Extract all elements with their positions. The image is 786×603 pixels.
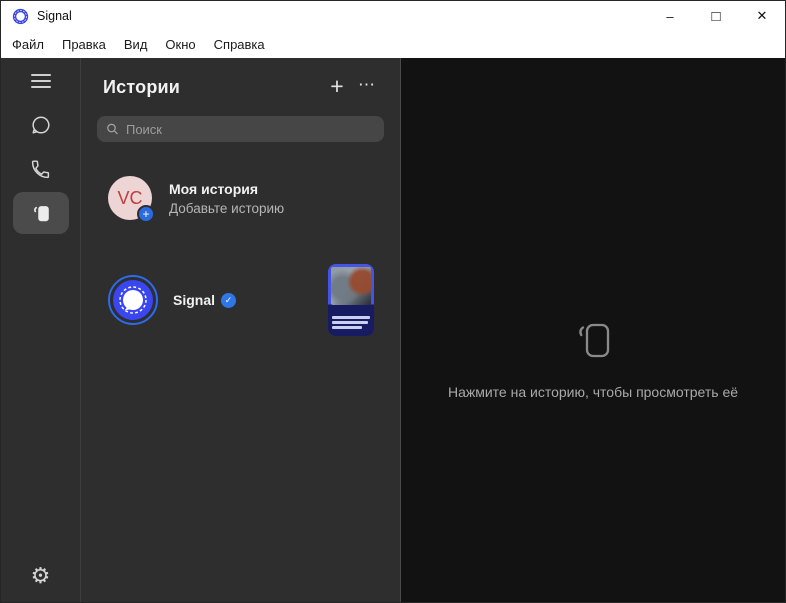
menu-file[interactable]: Файл — [3, 37, 53, 52]
my-story-text: Моя история Добавьте историю — [169, 181, 284, 216]
search-input[interactable] — [125, 121, 375, 137]
more-options-button[interactable]: ⋯ — [352, 73, 382, 101]
my-story-title: Моя история — [169, 180, 259, 197]
minimize-button[interactable]: – — [647, 1, 693, 31]
my-story-subtitle: Добавьте историю — [169, 200, 285, 216]
maximize-button[interactable]: □ — [693, 1, 739, 31]
signal-window: Signal – □ ✕ Файл Правка Вид Окно Справк… — [0, 0, 786, 603]
signal-logo-icon — [12, 8, 29, 24]
menu-bar: Файл Правка Вид Окно Справка — [1, 31, 785, 58]
menu-edit[interactable]: Правка — [53, 37, 115, 52]
unread-story-ring — [108, 275, 158, 325]
content-area: ⚙ Истории + ⋯ Поиск VC + Моя история Доб… — [1, 58, 785, 602]
signal-avatar-icon — [113, 280, 153, 320]
settings-button[interactable]: ⚙ — [31, 566, 51, 588]
close-button[interactable]: ✕ — [739, 1, 785, 31]
stories-icon — [33, 206, 49, 222]
my-story-row[interactable]: VC + Моя история Добавьте историю — [81, 176, 400, 223]
gear-icon: ⚙ — [30, 564, 51, 589]
avatar-initials: VC — [117, 187, 143, 208]
story-row[interactable]: Signal ✓ — [81, 264, 400, 336]
story-thumbnail-caption — [332, 314, 370, 329]
phone-icon — [31, 159, 50, 178]
window-title: Signal — [37, 9, 72, 23]
stories-header: Истории + ⋯ — [81, 58, 400, 101]
window-controls: – □ ✕ — [647, 1, 785, 31]
my-story-avatar[interactable]: VC + — [108, 176, 155, 223]
empty-state: Нажмите на историю, чтобы просмотреть её — [448, 317, 738, 400]
verified-badge-icon: ✓ — [221, 292, 237, 308]
stories-panel: Истории + ⋯ VC + — [81, 58, 401, 602]
search-icon — [107, 123, 118, 135]
stories-placeholder-icon — [579, 323, 610, 357]
chats-tab[interactable] — [13, 104, 69, 146]
menu-window[interactable]: Окно — [156, 37, 204, 52]
stories-tab[interactable] — [12, 192, 69, 234]
story-thumbnail[interactable] — [328, 264, 374, 336]
panel-title: Истории — [103, 76, 181, 97]
story-thumbnail-photo — [331, 267, 371, 305]
chat-bubble-icon — [31, 116, 49, 134]
story-sender: Signal ✓ — [173, 292, 237, 308]
menu-help[interactable]: Справка — [205, 37, 274, 52]
add-story-button[interactable]: + — [322, 73, 352, 101]
empty-state-message: Нажмите на историю, чтобы просмотреть её — [447, 383, 739, 400]
plus-icon: + — [330, 72, 344, 99]
nav-rail: ⚙ — [1, 58, 81, 602]
main-menu-button[interactable] — [13, 60, 69, 102]
add-story-badge-icon[interactable]: + — [137, 205, 155, 223]
ellipsis-icon: ⋯ — [358, 75, 376, 94]
story-sender-name: Signal — [173, 292, 216, 308]
calls-tab[interactable] — [13, 148, 69, 190]
title-bar[interactable]: Signal – □ ✕ — [1, 1, 785, 31]
menu-icon — [30, 74, 51, 88]
search-box[interactable] — [97, 116, 384, 142]
story-viewer-area: Нажмите на историю, чтобы просмотреть её — [401, 58, 785, 602]
menu-view[interactable]: Вид — [115, 37, 157, 52]
